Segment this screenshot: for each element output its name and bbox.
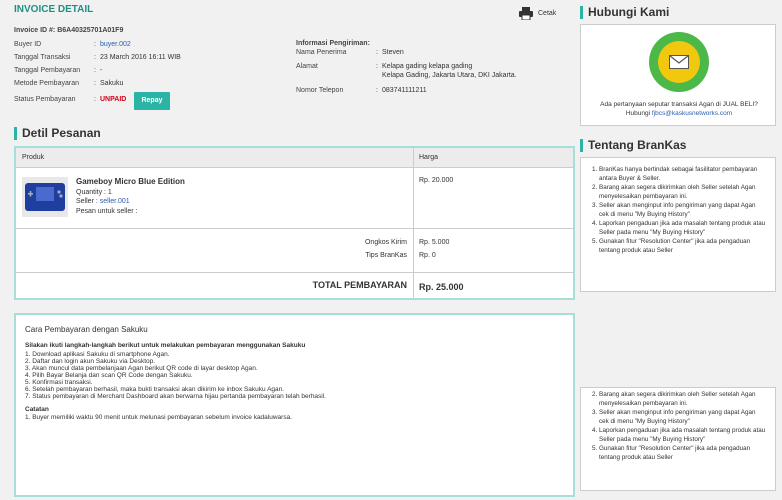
- contact-text: Ada pertanyaan seputar transaksi Agan di…: [593, 100, 765, 118]
- product-price: Rp. 20.000: [419, 177, 454, 184]
- about-item: Laporkan pengaduan jika ada masalah tent…: [599, 220, 767, 237]
- total-value: Rp. 25.000: [419, 282, 464, 292]
- chat-bubble-icon: [658, 41, 700, 83]
- tip-label: Tips BranKas: [365, 252, 407, 259]
- gameboy-icon: [25, 183, 65, 211]
- col-price-header: Harga: [419, 154, 439, 161]
- payment-note: 1. Buyer memiliki waktu 90 menit untuk m…: [25, 414, 292, 421]
- tip-value: Rp. 0: [419, 252, 436, 259]
- order-table: Produk Harga Gameboy Micro Blue Edition …: [14, 146, 575, 300]
- about-item: BranKas hanya bertindak sebagai fasilita…: [599, 166, 767, 183]
- about-item: Gunakan fitur "Resolution Center" jika a…: [599, 238, 767, 255]
- buyer-id-link[interactable]: buyer.002: [100, 41, 131, 48]
- product-name[interactable]: Gameboy Micro Blue Edition: [76, 177, 185, 186]
- about-item: Barang akan segera dikirimkan oleh Selle…: [599, 184, 767, 201]
- field-label: Tanggal Pembayaran: [14, 67, 81, 74]
- phone-label: Nomor Telepon: [296, 87, 344, 94]
- invoice-id-value: B6A40325701A01F9: [57, 27, 124, 34]
- product-seller: Seller : seller.001: [76, 198, 130, 205]
- invoice-id-label: Invoice ID #:: [14, 27, 56, 34]
- address-line2: Kelapa Gading, Jakarta Utara, DKI Jakart…: [382, 72, 517, 79]
- recipient-label: Nama Penerima: [296, 49, 347, 56]
- about-list: BranKas hanya bertindak sebagai fasilita…: [589, 166, 767, 255]
- contact-email-link[interactable]: fjbcs@kaskusnetworks.com: [652, 110, 732, 117]
- payment-step: 6. Setelah pembayaran berhasil, maka buk…: [25, 386, 285, 393]
- about-box-repeat: Barang akan segera dikirimkan oleh Selle…: [580, 387, 776, 491]
- envelope-icon: [669, 55, 689, 69]
- repay-button[interactable]: Repay: [134, 92, 170, 110]
- field-label: Tanggal Transaksi: [14, 54, 71, 61]
- about-item: Gunakan fitur "Resolution Center" jika a…: [599, 445, 767, 462]
- shipping-cost-value: Rp. 5.000: [419, 239, 450, 246]
- phone-value: 083741111211: [382, 87, 427, 94]
- about-title: Tentang BranKas: [580, 139, 686, 152]
- field-label: Status Pembayaran: [14, 96, 76, 103]
- contact-box: Ada pertanyaan seputar transaksi Agan di…: [580, 24, 776, 126]
- shipping-info: Informasi Pengiriman: Nama Penerima : St…: [296, 40, 517, 94]
- about-item: Seller akan menginput info pengiriman ya…: [599, 202, 767, 219]
- print-label: Cetak: [538, 10, 557, 17]
- payment-step: 5. Konfirmasi transaksi.: [25, 379, 93, 386]
- seller-link[interactable]: seller.001: [100, 198, 130, 205]
- product-quantity: Quantity : 1: [76, 189, 112, 196]
- product-image: [22, 177, 68, 217]
- contact-title: Hubungi Kami: [580, 6, 669, 19]
- contact-icon: [649, 32, 709, 92]
- about-list-repeat: Barang akan segera dikirimkan oleh Selle…: [589, 391, 767, 462]
- field-value: 23 March 2016 16:11 WIB: [100, 54, 181, 61]
- payment-step: 7. Status pembayaran di Merchant Dashboa…: [25, 393, 326, 400]
- invoice-detail-title: INVOICE DETAIL: [14, 4, 94, 15]
- total-label: TOTAL PEMBAYARAN: [312, 280, 407, 290]
- field-value: Sakuku: [100, 80, 124, 87]
- payment-step: 1. Download aplikasi Sakuku di smartphon…: [25, 351, 170, 358]
- payment-step: 4. Pilih Bayar Belanja dan scan QR Code …: [25, 372, 193, 379]
- field-value: -: [100, 67, 103, 74]
- notes-title: Catatan: [25, 406, 49, 413]
- table-header: [16, 148, 573, 168]
- payment-instructions: Cara Pembayaran dengan Sakuku Silakan ik…: [14, 313, 575, 497]
- payment-step: 2. Daftar dan login akun Sakuku via Desk…: [25, 358, 156, 365]
- address-line1: Kelapa gading kelapa gading: [382, 63, 473, 70]
- payment-title: Cara Pembayaran dengan Sakuku: [25, 325, 148, 334]
- address-label: Alamat: [296, 63, 318, 70]
- payment-steps: 1. Download aplikasi Sakuku di smartphon…: [25, 351, 564, 400]
- product-note: Pesan untuk seller :: [76, 208, 138, 215]
- seller-prefix: Seller :: [76, 198, 100, 205]
- payment-step: 3. Akan muncul data pembelanjaan Agan be…: [25, 365, 258, 372]
- payment-intro: Silakan ikuti langkah-langkah berikut un…: [25, 342, 306, 349]
- invoice-id: Invoice ID #: B6A40325701A01F9: [14, 27, 123, 34]
- about-box: BranKas hanya bertindak sebagai fasilita…: [580, 157, 776, 292]
- about-item: Laporkan pengaduan jika ada masalah tent…: [599, 427, 767, 444]
- field-label: Buyer ID: [14, 41, 42, 48]
- status-badge: UNPAID: [100, 96, 127, 103]
- printer-icon: [519, 7, 533, 20]
- print-button[interactable]: Cetak: [519, 7, 556, 20]
- recipient-value: Steven: [382, 49, 404, 56]
- about-item: Barang akan segera dikirimkan oleh Selle…: [599, 391, 767, 408]
- shipping-title: Informasi Pengiriman:: [296, 40, 370, 47]
- col-product-header: Produk: [22, 154, 45, 161]
- shipping-cost-label: Ongkos Kirim: [364, 239, 407, 246]
- field-label: Metode Pembayaran: [14, 80, 79, 87]
- order-section-title: Detil Pesanan: [14, 127, 101, 140]
- about-item: Seller akan menginput info pengiriman ya…: [599, 409, 767, 426]
